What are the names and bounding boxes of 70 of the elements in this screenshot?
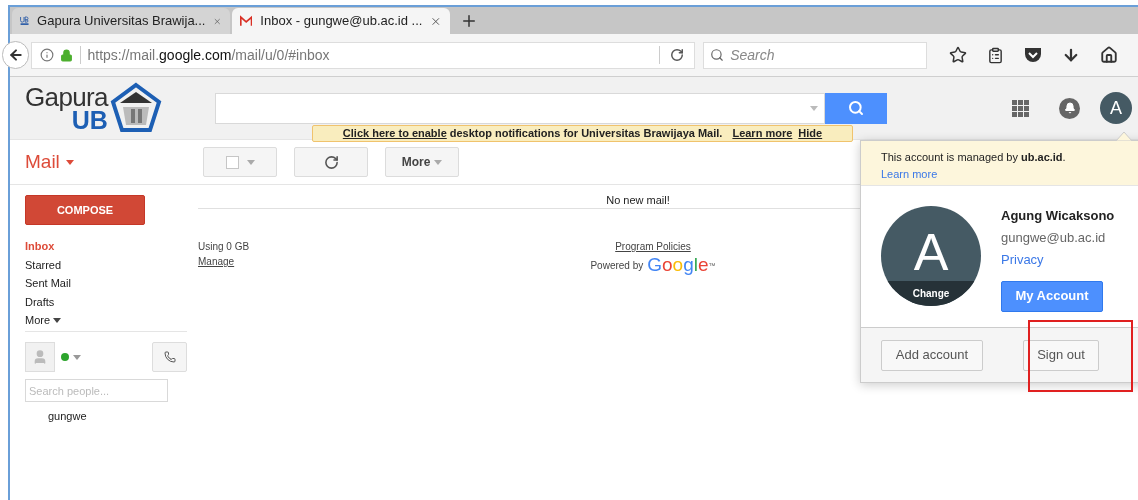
program-policies-link[interactable]: Program Policies — [615, 239, 691, 254]
search-people-field[interactable]: Search people... — [25, 379, 168, 402]
browser-tab[interactable]: Gapura Universitas Brawija... — [12, 8, 230, 34]
learn-more-link[interactable]: Learn more — [881, 165, 1129, 182]
lock-icon — [60, 48, 74, 62]
add-account-button[interactable]: Add account — [881, 339, 983, 371]
caret-icon — [65, 159, 74, 165]
folder-link[interactable]: Drafts — [25, 292, 187, 311]
url-text: https://mail.google.com/mail/u/0/#inbox — [87, 45, 331, 65]
bookmark-star-icon[interactable] — [949, 46, 967, 64]
logo-initials: UB — [71, 107, 108, 133]
folder-link[interactable]: Starred — [25, 255, 187, 274]
caret-icon — [53, 317, 62, 323]
new-tab-icon[interactable] — [460, 12, 478, 30]
download-icon[interactable] — [1062, 46, 1080, 64]
reader-view-icon[interactable] — [987, 46, 1004, 64]
status-caret-icon — [73, 354, 81, 360]
more-folders-link[interactable]: More — [25, 311, 187, 329]
account-name: Agung Wicaksono — [1001, 207, 1115, 225]
profile-avatar[interactable]: A Change — [881, 206, 981, 306]
browser-tab[interactable]: Inbox - gungwe@ub.ac.id ... — [232, 8, 450, 34]
search-options-caret-icon — [810, 105, 818, 111]
tab-title: Gapura Universitas Brawija... — [37, 12, 206, 31]
managed-account-notice: This account is managed by ub.ac.id. — [881, 150, 1067, 165]
avatar-initial: A — [913, 222, 949, 283]
folder-link[interactable]: Inbox — [25, 237, 187, 256]
learn-more-link[interactable]: Learn more — [732, 125, 793, 142]
caret-icon — [246, 159, 255, 165]
call-button[interactable] — [152, 342, 187, 372]
powered-by-text: Powered by — [590, 259, 644, 273]
account-email: gungwe@ub.ac.id — [1001, 228, 1107, 247]
search-field[interactable]: Search — [703, 41, 927, 69]
account-avatar[interactable]: A — [1100, 92, 1132, 124]
search-icon — [848, 100, 864, 116]
more-button[interactable]: More — [385, 147, 459, 177]
info-icon[interactable] — [40, 48, 55, 62]
gate-logo-icon — [109, 82, 162, 134]
folder-link[interactable]: Sent Mail — [25, 274, 187, 293]
address-bar[interactable]: https://mail.google.com/mail/u/0/#inbox — [31, 41, 696, 69]
search-icon — [710, 48, 725, 62]
privacy-link[interactable]: Privacy — [1001, 250, 1115, 270]
mail-menu[interactable]: Mail — [25, 147, 203, 177]
back-button[interactable] — [2, 41, 30, 69]
sign-out-button[interactable]: Sign out — [1023, 339, 1099, 371]
pocket-icon[interactable] — [1024, 47, 1042, 63]
google-logo: Google$^{™}$ — [647, 254, 716, 276]
bell-icon — [1063, 102, 1076, 114]
mail-logo-icon — [240, 15, 253, 27]
home-icon[interactable] — [1100, 46, 1118, 64]
tab-title: Inbox - gungwe@ub.ac.id ... — [260, 12, 423, 31]
manage-link[interactable]: Manage — [198, 254, 558, 269]
notification-text: desktop notifications for Universitas Brawijaya Mail. — [449, 126, 723, 142]
enable-notifications-link[interactable]: Click here to enable — [342, 125, 447, 142]
empty-inbox-message: No new mail! — [606, 193, 670, 208]
refresh-button[interactable] — [294, 147, 368, 177]
refresh-icon — [323, 154, 339, 170]
mail-search-field[interactable] — [215, 92, 825, 124]
caret-icon — [434, 159, 443, 165]
notifications-button[interactable] — [1059, 97, 1080, 119]
person-icon — [32, 349, 48, 365]
reload-icon[interactable] — [670, 48, 685, 62]
checkbox[interactable] — [225, 155, 239, 169]
phone-icon — [163, 351, 176, 363]
logo-wordmark: Gapura — [25, 83, 108, 110]
storage-usage: Using 0 GB — [198, 240, 251, 254]
compose-button[interactable]: COMPOSE — [25, 195, 145, 225]
apps-grid-icon[interactable] — [1012, 99, 1029, 117]
hide-link[interactable]: Hide — [798, 125, 823, 142]
search-button[interactable] — [825, 92, 887, 124]
contact-name[interactable]: gungwe — [48, 408, 187, 425]
